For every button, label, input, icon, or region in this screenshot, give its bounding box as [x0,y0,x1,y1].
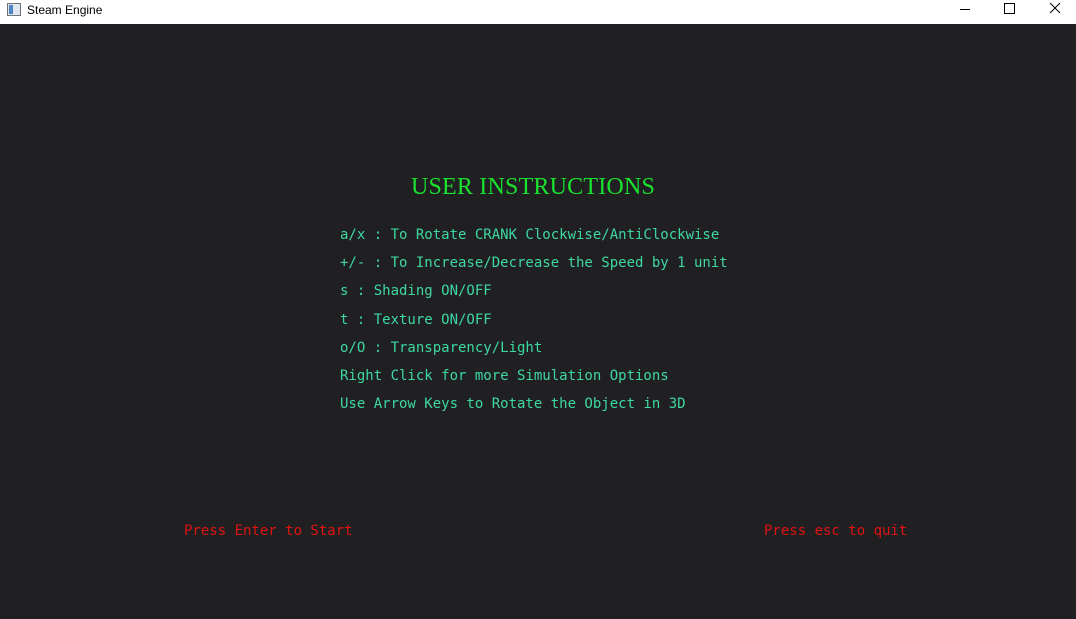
start-prompt: Press Enter to Start [184,523,353,539]
window-title: Steam Engine [27,3,103,17]
instructions-list: a/x : To Rotate CRANK Clockwise/AntiCloc… [340,225,728,422]
instruction-shading: s : Shading ON/OFF [340,283,492,300]
minimize-button[interactable] [942,0,988,22]
instruction-speed: +/- : To Increase/Decrease the Speed by … [340,255,728,272]
maximize-icon [1004,3,1015,14]
steam-engine-window: Steam Engine USER INSTRUCTIONS a/x : To … [0,0,1076,619]
render-canvas[interactable]: USER INSTRUCTIONS a/x : To Rotate CRANK … [0,24,1076,619]
instructions-heading: USER INSTRUCTIONS [410,174,656,200]
instruction-arrow-keys: Use Arrow Keys to Rotate the Object in 3… [340,396,686,413]
instruction-right-click: Right Click for more Simulation Options [340,367,669,384]
quit-prompt: Press esc to quit [764,523,908,539]
title-bar[interactable]: Steam Engine [0,0,1076,24]
app-window-icon [7,3,21,16]
instruction-rotate-crank: a/x : To Rotate CRANK Clockwise/AntiCloc… [340,227,720,243]
instruction-texture: t : Texture ON/OFF [340,311,492,328]
minimize-icon [960,9,970,10]
close-icon [1049,2,1061,14]
instruction-transparency: o/O : Transparency/Light [340,339,543,356]
maximize-button[interactable] [986,0,1032,22]
close-button[interactable] [1031,0,1076,22]
